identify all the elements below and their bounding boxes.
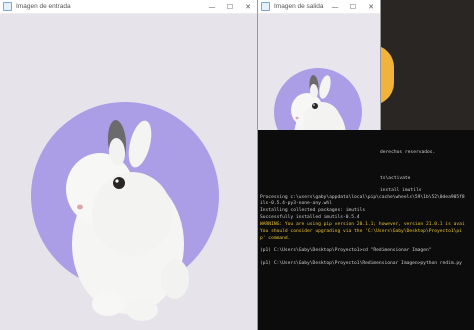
- close-button[interactable]: ✕: [239, 0, 257, 13]
- app-icon: [261, 2, 270, 11]
- rabbit-image-large: [0, 14, 257, 330]
- terminal-window[interactable]: derechos reservados. ts\activate install…: [258, 130, 474, 330]
- terminal-line: derechos reservados.: [380, 150, 436, 155]
- terminal-command-line: (p1) C:\Users\Gaby\Desktop\Proyecto1\Red…: [260, 261, 462, 266]
- terminal-line: Successfully installed imutils-0.5.4: [260, 215, 360, 220]
- terminal-command-line: (p1) C:\Users\Gaby\Desktop\Proyecto1>cd …: [260, 248, 432, 253]
- desktop-background: [380, 0, 474, 130]
- maximize-button[interactable]: ☐: [221, 0, 239, 13]
- maximize-button[interactable]: ☐: [344, 0, 362, 13]
- input-image-canvas: [0, 14, 257, 330]
- terminal-warning-line: WARNING: You are using pip version 20.1.…: [260, 222, 465, 227]
- input-image-window: Imagen de entrada — ☐ ✕: [0, 0, 257, 330]
- terminal-line: install imutils: [380, 188, 422, 193]
- terminal-warning-line: p' command.: [260, 236, 291, 241]
- terminal-line: ils-0.5.4-py3-none-any.whl: [260, 201, 332, 206]
- terminal-line: Installing collected packages: imutils: [260, 208, 366, 213]
- minimize-button[interactable]: —: [326, 0, 344, 13]
- terminal-warning-line: You should consider upgrading via the 'C…: [260, 229, 462, 234]
- close-button[interactable]: ✕: [362, 0, 380, 13]
- output-window-title: Imagen de salida: [274, 3, 324, 10]
- input-window-title: Imagen de entrada: [16, 3, 71, 10]
- terminal-line: ts\activate: [380, 176, 411, 181]
- app-icon: [3, 2, 12, 11]
- output-window-titlebar[interactable]: Imagen de salida — ☐ ✕: [258, 0, 380, 14]
- input-window-titlebar[interactable]: Imagen de entrada — ☐ ✕: [0, 0, 257, 14]
- minimize-button[interactable]: —: [203, 0, 221, 13]
